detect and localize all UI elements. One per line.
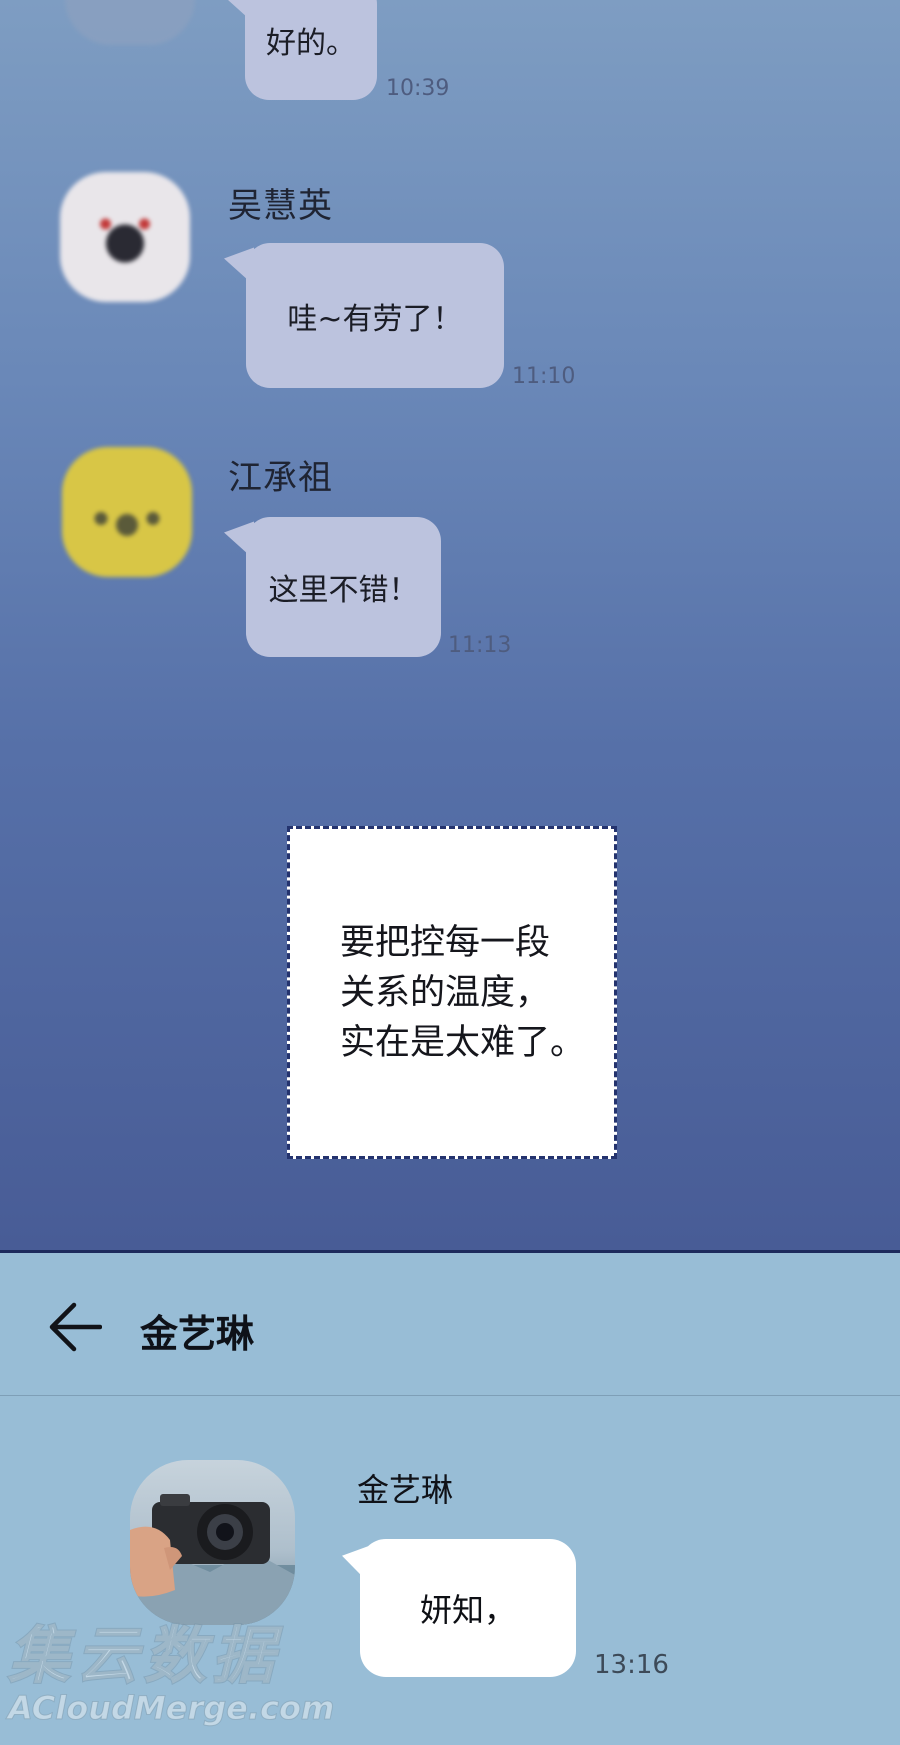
back-arrow-icon[interactable] bbox=[48, 1301, 102, 1353]
message-time: 10:39 bbox=[386, 76, 450, 101]
avatar[interactable] bbox=[62, 447, 192, 577]
camera-photo-icon bbox=[130, 1494, 295, 1625]
sender-name: 江承祖 bbox=[228, 458, 333, 498]
sender-name: 金艺琳 bbox=[357, 1471, 454, 1509]
watermark-logo: 集云数据 ACloudMerge.com bbox=[7, 1605, 335, 1728]
message-bubble[interactable]: 妍知， bbox=[360, 1539, 576, 1677]
avatar[interactable] bbox=[65, 0, 195, 45]
avatar[interactable] bbox=[130, 1460, 295, 1625]
sender-name: 吴慧英 bbox=[228, 186, 333, 226]
chat-title: 金艺琳 bbox=[140, 1312, 255, 1356]
message-bubble[interactable]: 好的。 bbox=[245, 0, 377, 100]
narration-caption: 要把控每一段 关系的温度， 实在是太难了。 bbox=[287, 826, 617, 1159]
group-chat-panel: 好的。 10:39 吴慧英 哇~有劳了！ 11:10 江承祖 这里不错！ 11:… bbox=[0, 0, 900, 1252]
caption-line: 关系的温度， bbox=[340, 972, 551, 1013]
message-text: 这里不错！ bbox=[268, 573, 419, 608]
watermark-en: ACloudMerge.com bbox=[7, 1689, 335, 1728]
caption-line: 实在是太难了。 bbox=[340, 1022, 586, 1063]
caption-line: 要把控每一段 bbox=[340, 922, 551, 963]
avatar[interactable] bbox=[60, 172, 190, 302]
message-time: 13:16 bbox=[594, 1650, 669, 1680]
watermark-cn: 集云数据 bbox=[7, 1618, 281, 1693]
message-bubble[interactable]: 这里不错！ bbox=[246, 517, 441, 657]
message-text: 妍知， bbox=[419, 1591, 516, 1629]
message-bubble[interactable]: 哇~有劳了！ bbox=[246, 243, 504, 388]
message-time: 11:13 bbox=[448, 633, 512, 658]
message-time: 11:10 bbox=[512, 364, 576, 389]
message-text: 好的。 bbox=[266, 26, 356, 61]
message-text: 哇~有劳了！ bbox=[287, 301, 463, 337]
chat-header: 金艺琳 bbox=[0, 1253, 900, 1396]
